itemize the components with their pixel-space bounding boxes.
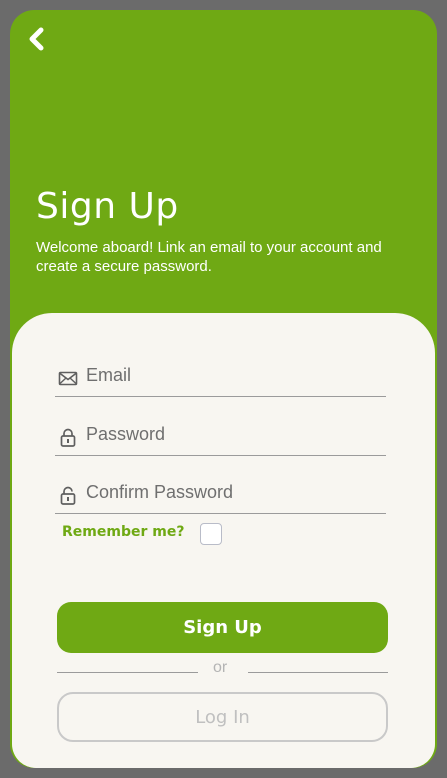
envelope-icon bbox=[58, 371, 78, 386]
email-input[interactable] bbox=[86, 362, 376, 388]
divider-or-text: or bbox=[213, 659, 228, 676]
divider-line-left bbox=[57, 672, 198, 673]
phone-screen: Sign Up Welcome aboard! Link an email to… bbox=[10, 10, 437, 768]
password-input[interactable] bbox=[86, 421, 376, 447]
confirm-password-input[interactable] bbox=[86, 479, 376, 505]
chevron-left-icon[interactable] bbox=[26, 26, 48, 52]
confirm-password-field[interactable] bbox=[55, 473, 386, 514]
email-field[interactable] bbox=[55, 356, 386, 397]
divider-line-right bbox=[248, 672, 388, 673]
lock-icon bbox=[60, 486, 76, 505]
log-in-button[interactable]: Log In bbox=[57, 692, 388, 742]
lock-icon bbox=[60, 428, 76, 447]
page-subtitle: Welcome aboard! Link an email to your ac… bbox=[36, 239, 382, 275]
password-field[interactable] bbox=[55, 415, 386, 456]
remember-me-checkbox[interactable] bbox=[200, 523, 222, 545]
sign-up-button[interactable]: Sign Up bbox=[57, 602, 388, 653]
page-title: Sign Up bbox=[36, 186, 179, 227]
remember-me-label: Remember me? bbox=[62, 524, 185, 540]
